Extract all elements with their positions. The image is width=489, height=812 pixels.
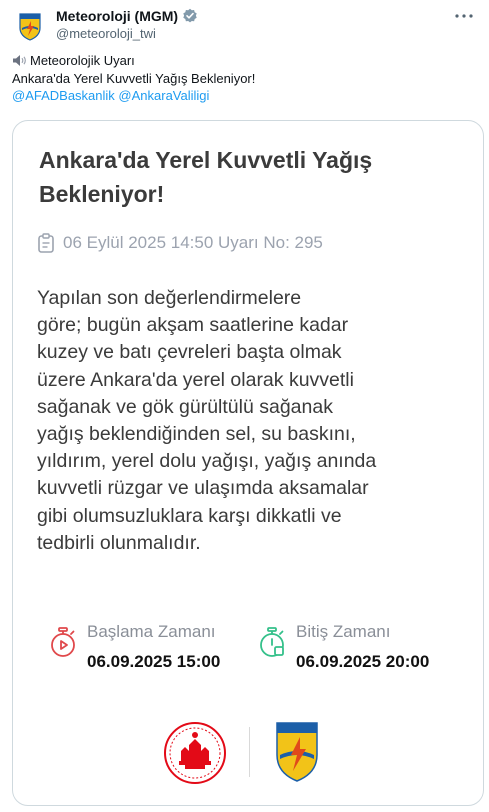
body-line: kuvvetli rüzgar ve ulaşımda aksamalar [37, 477, 369, 500]
stopwatch-stop-icon [260, 627, 284, 657]
more-icon[interactable] [453, 8, 475, 24]
mgm-logo [276, 722, 318, 782]
body-line: üzere Ankara'da yerel olarak kuvvetli [37, 368, 354, 391]
mention-afad[interactable]: @AFADBaskanlik [12, 88, 115, 103]
clipboard-icon [38, 233, 54, 253]
body-line: göre; bugün akşam saatlerine kadar [37, 314, 349, 337]
body-line: yıldırım, yerel dolu yağışı, yağış anınd… [37, 450, 377, 473]
stopwatch-play-icon [51, 627, 75, 657]
start-time: Başlama Zamanı 06.09.2025 15:00 [49, 621, 220, 673]
tweet-header: Meteoroloji (MGM) @meteoroloji_twi [12, 6, 477, 44]
tweet-text: Meteorolojik Uyarı Ankara'da Yerel Kuvve… [12, 52, 477, 105]
name-line: Meteoroloji (MGM) [56, 8, 198, 24]
end-value: 06.09.2025 20:00 [296, 652, 430, 671]
body-line: Yapılan son değerlendirmelere [37, 287, 302, 309]
card-meta: 06 Eylül 2025 14:50 Uyarı No: 295 [37, 233, 323, 253]
warning-card[interactable]: Ankara'da Yerel Kuvvetli Yağış Bekleniyo… [12, 120, 484, 806]
card-body: Yapılan son değerlendirmelere göre; bugü… [37, 285, 477, 557]
logos [13, 719, 485, 789]
speaker-icon [13, 55, 26, 66]
body-line: sağanak ve gök gürültülü sağanak [37, 395, 333, 418]
tweet-line-2: Ankara'da Yerel Kuvvetli Yağış Bekleniyo… [12, 70, 256, 86]
body-line: tedbirli olunmalıdır. [37, 531, 201, 554]
avatar[interactable] [12, 8, 48, 44]
mention-ankara-valiligi[interactable]: @AnkaraValiligi [118, 88, 209, 103]
tweet-line-1-text: Meteorolojik Uyarı [30, 53, 135, 68]
tweet-mentions: @AFADBaskanlik @AnkaraValiligi [12, 87, 477, 105]
handle[interactable]: @meteoroloji_twi [56, 26, 156, 41]
card-title: Ankara'da Yerel Kuvvetli Yağış Bekleniyo… [39, 147, 373, 207]
start-label: Başlama Zamanı [87, 622, 216, 641]
end-time: Bitiş Zamanı 06.09.2025 20:00 [258, 621, 429, 673]
body-line: yağış beklendiğinden sel, su baskını, [37, 423, 356, 446]
body-line: gibi olumsuzluklara karşı dikkatli ve [37, 504, 342, 527]
card-meta-text: 06 Eylül 2025 14:50 Uyarı No: 295 [63, 233, 323, 252]
tweet-line-1: Meteorolojik Uyarı [12, 52, 477, 70]
start-value: 06.09.2025 15:00 [87, 652, 221, 671]
display-name[interactable]: Meteoroloji (MGM) [56, 8, 178, 24]
end-label: Bitiş Zamanı [296, 622, 391, 641]
logo-divider [249, 727, 250, 777]
ministry-seal-logo [164, 722, 226, 784]
body-line: kuzey ve batı çevreleri başta olmak [37, 341, 342, 364]
verified-badge-icon [183, 8, 197, 23]
